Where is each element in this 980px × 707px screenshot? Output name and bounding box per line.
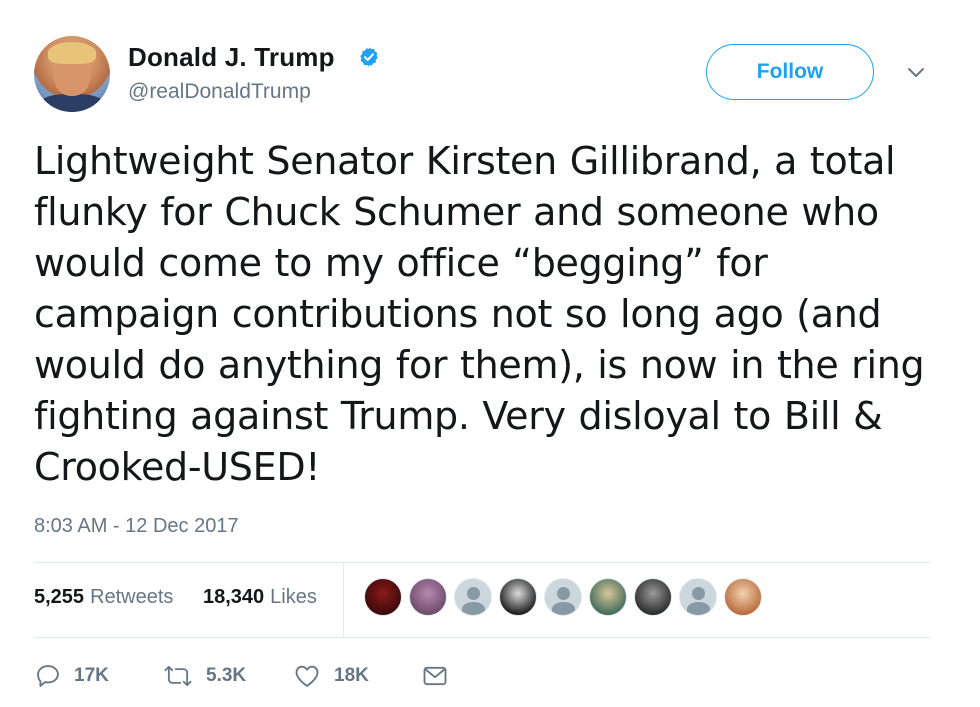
author-avatar[interactable] xyxy=(34,36,110,112)
like-count: 18K xyxy=(334,665,369,686)
reply-action[interactable]: 17K xyxy=(34,660,109,692)
tweet-text: Lightweight Senator Kirsten Gillibrand, … xyxy=(34,139,925,489)
author-name[interactable]: Donald J. Trump xyxy=(128,42,335,73)
liker-avatar[interactable] xyxy=(409,578,447,616)
reply-count: 17K xyxy=(74,665,109,686)
verified-badge-icon xyxy=(360,47,378,67)
liker-avatar[interactable] xyxy=(724,578,762,616)
direct-message-icon xyxy=(423,666,447,686)
retweets-stat[interactable]: 5,255 Retweets xyxy=(34,586,173,609)
liker-avatar[interactable] xyxy=(589,578,627,616)
stats-divider-bottom xyxy=(34,637,930,638)
retweet-action[interactable]: 5.3K xyxy=(162,660,246,692)
liker-avatar[interactable] xyxy=(499,578,537,616)
follow-button[interactable]: Follow xyxy=(706,44,874,100)
avatar-hair-shape xyxy=(48,42,96,64)
likes-label: Likes xyxy=(270,586,317,608)
avatar-suit-shape xyxy=(38,94,106,112)
liker-avatar[interactable] xyxy=(454,578,492,616)
tweet-timestamp[interactable]: 8:03 AM - 12 Dec 2017 xyxy=(34,515,239,538)
reply-icon xyxy=(37,665,59,687)
retweets-label: Retweets xyxy=(90,586,174,608)
author-handle[interactable]: @realDonaldTrump xyxy=(128,80,311,104)
liker-avatar[interactable] xyxy=(364,578,402,616)
liker-avatar[interactable] xyxy=(544,578,582,616)
like-action[interactable]: 18K xyxy=(292,660,369,692)
liker-avatar[interactable] xyxy=(679,578,717,616)
liker-avatars xyxy=(364,578,769,618)
likes-count: 18,340 xyxy=(203,586,265,608)
retweet-count: 5.3K xyxy=(206,665,247,686)
liker-avatar[interactable] xyxy=(634,578,672,616)
tweet-header: Donald J. Trump @realDonaldTrump Follow xyxy=(0,0,980,120)
like-heart-icon xyxy=(295,665,319,687)
retweet-icon xyxy=(164,665,192,687)
likes-stat[interactable]: 18,340 Likes xyxy=(203,586,317,609)
direct-message-action[interactable] xyxy=(420,660,462,692)
retweets-count: 5,255 xyxy=(34,586,85,608)
stats-divider-top xyxy=(34,562,930,563)
stats-separator xyxy=(343,562,344,638)
chevron-down-icon[interactable] xyxy=(904,60,928,84)
